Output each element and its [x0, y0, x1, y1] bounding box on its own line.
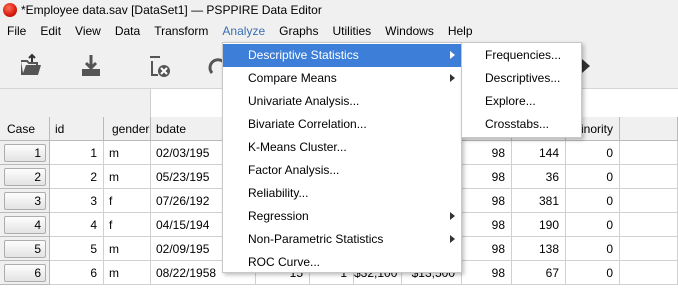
- menu-edit[interactable]: Edit: [33, 21, 68, 42]
- col-header-12[interactable]: [620, 117, 678, 141]
- row-number-button[interactable]: 2: [4, 168, 46, 186]
- menu-item-label: Reliability...: [248, 186, 309, 200]
- col-header-id[interactable]: id: [50, 117, 104, 141]
- submenu-arrow-icon: [450, 212, 455, 220]
- grid-cell[interactable]: 381: [512, 189, 566, 213]
- row-header[interactable]: 2: [0, 165, 50, 189]
- menu-item-bivariate-correlation[interactable]: Bivariate Correlation...: [223, 113, 461, 136]
- grid-cell[interactable]: [620, 213, 678, 237]
- menu-item-reliability[interactable]: Reliability...: [223, 182, 461, 205]
- menu-data[interactable]: Data: [108, 21, 147, 42]
- grid-cell[interactable]: [620, 165, 678, 189]
- menu-item-label: Bivariate Correlation...: [248, 117, 367, 131]
- open-file-icon[interactable]: [18, 53, 44, 79]
- grid-cell[interactable]: 144: [512, 141, 566, 165]
- submenu-item-descriptives[interactable]: Descriptives...: [462, 67, 581, 90]
- grid-cell[interactable]: 3: [50, 189, 104, 213]
- window-title: *Employee data.sav [DataSet1] — PSPPIRE …: [21, 3, 322, 17]
- menu-item-univariate-analysis[interactable]: Univariate Analysis...: [223, 90, 461, 113]
- menu-item-regression[interactable]: Regression: [223, 205, 461, 228]
- row-number-button[interactable]: 1: [4, 144, 46, 162]
- menu-item-label: Univariate Analysis...: [248, 94, 360, 108]
- row-header[interactable]: 3: [0, 189, 50, 213]
- menu-item-compare-means[interactable]: Compare Means: [223, 67, 461, 90]
- menu-item-factor-analysis[interactable]: Factor Analysis...: [223, 159, 461, 182]
- menu-item-roc-curve[interactable]: ROC Curve...: [223, 251, 461, 274]
- analyze-menu: Descriptive Statistics Compare Means Univa…: [222, 42, 462, 273]
- grid-cell[interactable]: 67: [512, 261, 566, 285]
- grid-cell[interactable]: 98: [462, 213, 512, 237]
- menu-item-label: Factor Analysis...: [248, 163, 340, 177]
- row-header[interactable]: 6: [0, 261, 50, 285]
- row-header[interactable]: 1: [0, 141, 50, 165]
- menu-item-descriptive-statistics[interactable]: Descriptive Statistics: [223, 44, 461, 67]
- grid-cell[interactable]: m: [104, 165, 151, 189]
- grid-cell[interactable]: 98: [462, 165, 512, 189]
- title-bar: *Employee data.sav [DataSet1] — PSPPIRE …: [0, 0, 678, 20]
- grid-cell[interactable]: 5: [50, 237, 104, 261]
- grid-cell[interactable]: 0: [566, 237, 620, 261]
- grid-cell[interactable]: 0: [566, 261, 620, 285]
- submenu-item-crosstabs[interactable]: Crosstabs...: [462, 113, 581, 136]
- grid-cell[interactable]: m: [104, 261, 151, 285]
- menu-item-label: Compare Means: [248, 71, 337, 85]
- menu-item-label: Regression: [248, 209, 309, 223]
- grid-cell[interactable]: 36: [512, 165, 566, 189]
- grid-cell[interactable]: 6: [50, 261, 104, 285]
- save-icon[interactable]: [78, 53, 104, 79]
- row-number-button[interactable]: 4: [4, 216, 46, 234]
- menu-graphs[interactable]: Graphs: [272, 21, 325, 42]
- menu-item-k-means-cluster[interactable]: K-Means Cluster...: [223, 136, 461, 159]
- grid-cell[interactable]: m: [104, 141, 151, 165]
- grid-cell[interactable]: 2: [50, 165, 104, 189]
- grid-cell[interactable]: 138: [512, 237, 566, 261]
- grid-cell[interactable]: 0: [566, 165, 620, 189]
- submenu-item-explore[interactable]: Explore...: [462, 90, 581, 113]
- menu-analyze[interactable]: Analyze: [215, 21, 272, 42]
- menu-bar: File Edit View Data Transform Analyze Gr…: [0, 21, 678, 42]
- grid-cell[interactable]: 4: [50, 213, 104, 237]
- row-header[interactable]: 5: [0, 237, 50, 261]
- grid-cell[interactable]: 98: [462, 189, 512, 213]
- grid-cell[interactable]: 0: [566, 141, 620, 165]
- app-icon: [3, 3, 17, 17]
- grid-cell[interactable]: 98: [462, 261, 512, 285]
- grid-cell[interactable]: 0: [566, 213, 620, 237]
- submenu-arrow-icon: [450, 235, 455, 243]
- menu-view[interactable]: View: [68, 21, 108, 42]
- row-header[interactable]: 4: [0, 213, 50, 237]
- submenu-item-frequencies[interactable]: Frequencies...: [462, 44, 581, 67]
- menu-utilities[interactable]: Utilities: [325, 21, 378, 42]
- grid-cell[interactable]: [620, 141, 678, 165]
- grid-cell[interactable]: [620, 237, 678, 261]
- grid-cell[interactable]: 98: [462, 237, 512, 261]
- grid-cell[interactable]: 0: [566, 189, 620, 213]
- grid-cell[interactable]: [620, 189, 678, 213]
- row-number-button[interactable]: 5: [4, 240, 46, 258]
- grid-cell[interactable]: [620, 261, 678, 285]
- menu-item-label: K-Means Cluster...: [248, 140, 347, 154]
- submenu-arrow-icon: [450, 74, 455, 82]
- descriptive-statistics-submenu: Frequencies... Descriptives... Explore... C…: [461, 42, 582, 138]
- menu-item-non-parametric-statistics[interactable]: Non-Parametric Statistics: [223, 228, 461, 251]
- menu-transform[interactable]: Transform: [147, 21, 215, 42]
- grid-cell[interactable]: f: [104, 213, 151, 237]
- grid-cell[interactable]: 190: [512, 213, 566, 237]
- menu-windows[interactable]: Windows: [378, 21, 441, 42]
- row-number-button[interactable]: 6: [4, 264, 46, 282]
- delete-case-icon[interactable]: [146, 53, 172, 79]
- menu-item-label: Non-Parametric Statistics: [248, 232, 384, 246]
- menu-item-label: Descriptive Statistics: [248, 48, 359, 62]
- col-header-gender[interactable]: gender: [104, 117, 151, 141]
- menu-help[interactable]: Help: [441, 21, 480, 42]
- menu-item-label: ROC Curve...: [248, 255, 321, 269]
- grid-cell[interactable]: 1: [50, 141, 104, 165]
- menu-file[interactable]: File: [0, 21, 33, 42]
- grid-cell[interactable]: m: [104, 237, 151, 261]
- col-header-case: Case: [0, 117, 50, 141]
- row-number-button[interactable]: 3: [4, 192, 46, 210]
- grid-cell[interactable]: 98: [462, 141, 512, 165]
- submenu-arrow-icon: [450, 51, 455, 59]
- grid-cell[interactable]: f: [104, 189, 151, 213]
